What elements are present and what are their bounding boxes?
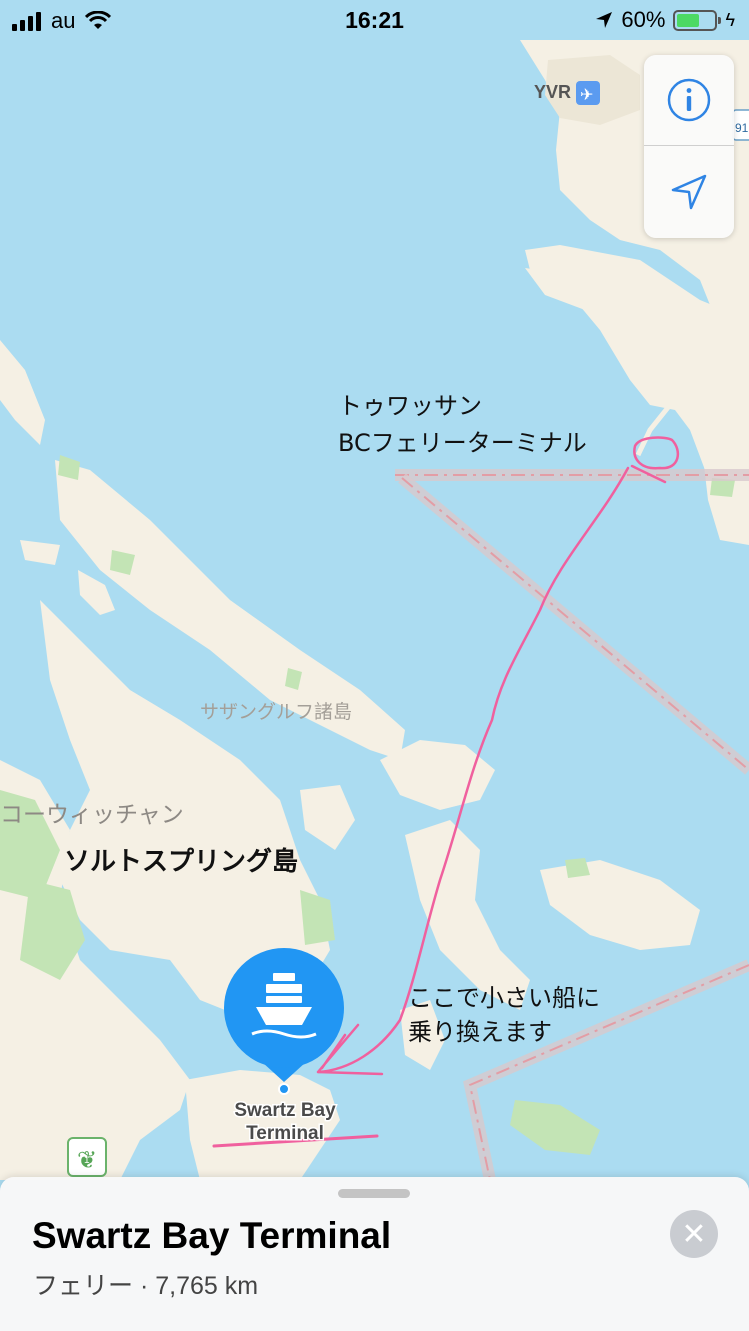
highway-shield-91-label: 91 [735, 121, 749, 135]
place-card[interactable]: Swartz Bay Terminal フェリー · 7,765 km ✕ [0, 1177, 749, 1331]
status-bar: au 16:21 60% ϟ [0, 0, 749, 40]
place-subtitle: フェリー · 7,765 km [33, 1272, 259, 1300]
location-arrow-icon [671, 174, 707, 209]
terminal-label-line2[interactable]: Terminal [245, 1122, 326, 1146]
close-icon: ✕ [681, 1216, 707, 1252]
info-icon [667, 78, 711, 122]
info-button[interactable] [644, 55, 734, 146]
gulf-islands-label[interactable]: サザングルフ諸島 [200, 701, 352, 723]
handwritten-saltspring: ソルトスプリング島 [64, 847, 298, 877]
battery-percent: 60% [621, 7, 666, 32]
place-title: Swartz Bay Terminal [32, 1215, 392, 1256]
close-button[interactable]: ✕ [670, 1210, 718, 1258]
charging-bolt-icon: ϟ [725, 9, 735, 30]
battery-icon [673, 9, 722, 31]
handwritten-bc-ferry-terminal: BCフェリーターミナル [338, 429, 587, 457]
map-controls [644, 55, 734, 238]
highway-shield-1-label: 1 [84, 1155, 90, 1166]
airport-label[interactable]: YVR [534, 82, 571, 102]
map-view[interactable]: YVR ✈ 91 サザングルフ諸島 コーウィッチャン トゥワッサン BCフェリー… [0, 0, 749, 1331]
terminal-label-line1[interactable]: Swartz Bay [233, 1099, 338, 1123]
cowichan-label[interactable]: コーウィッチャン [0, 802, 184, 828]
airport-plane-glyph: ✈ [580, 85, 593, 104]
location-arrow-icon [596, 12, 613, 28]
sheet-grabber[interactable] [338, 1189, 410, 1198]
battery-fill [677, 13, 700, 27]
track-location-button[interactable] [644, 146, 734, 237]
handwritten-tsawwassen: トゥワッサン [338, 392, 482, 420]
handwritten-transfer-line2: 乗り換えます [408, 1018, 552, 1046]
handwritten-transfer-line1: ここで小さい船に [408, 984, 600, 1012]
